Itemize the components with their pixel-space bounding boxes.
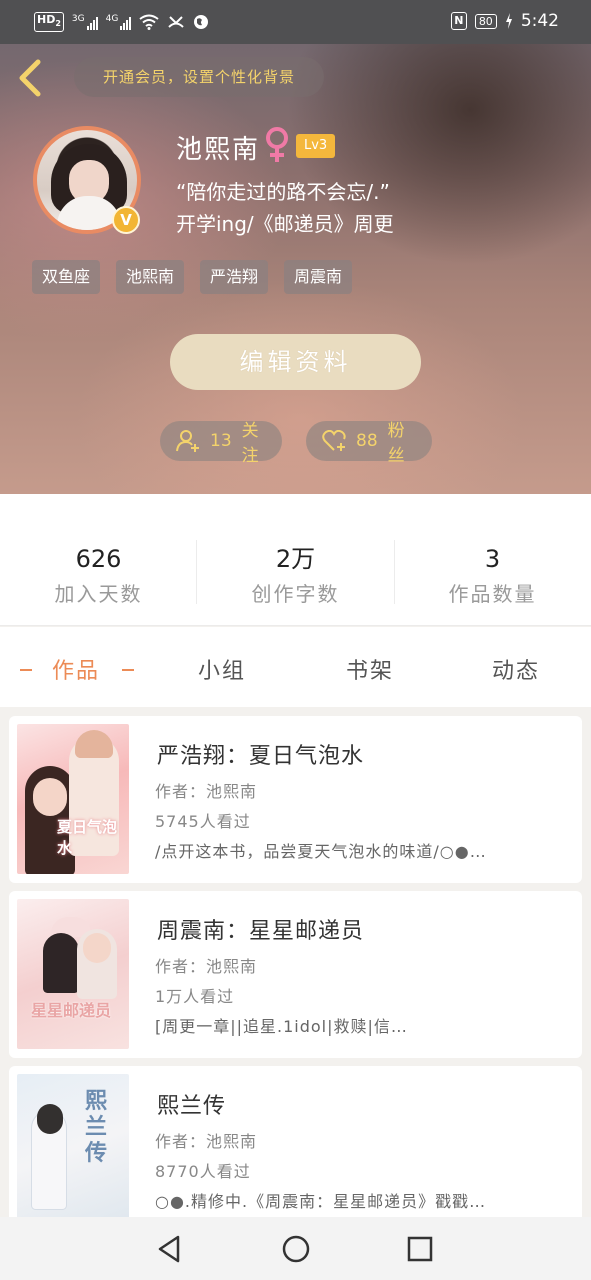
fans-label: 粉丝	[387, 421, 405, 466]
profile-header: HD2 3G 4G N 80 5:42 开通会员，设置个性化背景 V 池熙南 L…	[0, 0, 591, 494]
system-nav-bar	[0, 1217, 591, 1280]
tag[interactable]: 双鱼座	[32, 260, 101, 294]
tab-bookshelf[interactable]: 书架	[346, 653, 394, 685]
stat-value: 2万	[275, 545, 316, 573]
globe-icon	[194, 15, 209, 30]
work-author: 作者：池熙南	[155, 1132, 258, 1151]
stat-join-days: 626 加入天数	[0, 542, 197, 612]
stat-value: 3	[484, 545, 501, 573]
tab-activity[interactable]: 动态	[492, 653, 540, 685]
stat-label: 创作字数	[251, 582, 340, 606]
stat-label: 作品数量	[448, 582, 537, 606]
signal-icon: 3G	[72, 14, 98, 31]
chevron-left-icon	[19, 59, 41, 97]
circle-home-icon	[282, 1235, 310, 1263]
stats-panel: 626 加入天数 2万 创作字数 3 作品数量	[0, 494, 591, 626]
missed-call-icon	[168, 16, 185, 28]
active-tab-dash	[122, 669, 134, 671]
tab-bar: 作品 小组 书架 动态	[0, 627, 591, 707]
hd-icon: HD2	[34, 12, 64, 33]
nav-home-button[interactable]	[280, 1233, 312, 1265]
list-item[interactable]: 夏日气泡水 严浩翔：夏日气泡水 作者：池熙南 5745人看过 /点开这本书，品尝…	[9, 716, 582, 883]
tag[interactable]: 严浩翔	[200, 260, 269, 294]
stat-word-count: 2万 创作字数	[197, 542, 394, 612]
vip-banner[interactable]: 开通会员，设置个性化背景	[74, 57, 324, 97]
status-bar: HD2 3G 4G N 80 5:42	[0, 0, 591, 44]
work-title: 熙兰传	[157, 1094, 227, 1119]
list-item[interactable]: 熙兰传 熙兰传 作者：池熙南 8770人看过 ○●.精修中.《周震南：星星邮递员…	[9, 1066, 582, 1217]
follow-label: 关注	[241, 421, 259, 466]
level-badge: Lv3	[296, 134, 336, 158]
nfc-icon: N	[450, 12, 467, 30]
back-button[interactable]	[14, 58, 50, 98]
signal-icon: 4G	[106, 14, 132, 31]
work-author: 作者：池熙南	[155, 782, 258, 801]
tab-works[interactable]: 作品	[52, 653, 100, 685]
follow-count: 13	[210, 431, 232, 451]
stat-value: 626	[75, 545, 122, 573]
work-description: /点开这本书，品尝夏天气泡水的味道/○●…	[155, 842, 487, 861]
square-recents-icon	[407, 1236, 433, 1262]
following-button[interactable]: 13 关注	[160, 421, 282, 466]
username: 池熙南	[176, 135, 261, 165]
work-views: 1万人看过	[155, 987, 235, 1006]
tab-groups[interactable]: 小组	[198, 653, 246, 685]
add-user-icon	[176, 430, 199, 452]
book-cover[interactable]: 星星邮递员	[17, 899, 129, 1049]
nav-recents-button[interactable]	[404, 1233, 436, 1265]
female-icon	[266, 127, 288, 162]
fans-count: 88	[356, 431, 378, 451]
nav-back-button[interactable]	[154, 1233, 186, 1265]
work-title: 严浩翔：夏日气泡水	[157, 744, 365, 769]
charging-icon	[505, 13, 512, 29]
fans-button[interactable]: 88 粉丝	[306, 421, 432, 466]
active-tab-dash	[20, 669, 32, 671]
work-description: [周更一章||追星.1idol|救赎|信…	[155, 1017, 408, 1036]
tag[interactable]: 池熙南	[116, 260, 185, 294]
wifi-icon	[139, 14, 159, 31]
bio: “陪你走过的路不会忘/.” 开学ing/《邮递员》周更	[176, 176, 394, 240]
cover-title: 熙兰传	[85, 1088, 108, 1166]
tag-list: 双鱼座 池熙南 严浩翔 周震南	[32, 260, 353, 294]
edit-profile-button[interactable]: 编辑资料	[170, 334, 421, 390]
cover-title: 星星邮递员	[31, 1001, 112, 1020]
book-cover[interactable]: 夏日气泡水	[17, 724, 129, 874]
triangle-back-icon	[158, 1235, 180, 1263]
clock: 5:42	[520, 11, 559, 31]
works-list: 夏日气泡水 严浩翔：夏日气泡水 作者：池熙南 5745人看过 /点开这本书，品尝…	[0, 707, 591, 1217]
battery-icon: 80	[474, 13, 497, 29]
work-views: 8770人看过	[155, 1162, 251, 1181]
work-views: 5745人看过	[155, 812, 251, 831]
tag[interactable]: 周震南	[284, 260, 353, 294]
bio-line: “陪你走过的路不会忘/.”	[176, 180, 390, 204]
bio-line: 开学ing/《邮递员》周更	[176, 212, 394, 236]
work-author: 作者：池熙南	[155, 957, 258, 976]
cover-title: 夏日气泡水	[57, 818, 118, 857]
book-cover[interactable]: 熙兰传	[17, 1074, 129, 1217]
list-item[interactable]: 星星邮递员 周震南：星星邮递员 作者：池熙南 1万人看过 [周更一章||追星.1…	[9, 891, 582, 1058]
stat-works-count: 3 作品数量	[394, 542, 591, 612]
stat-label: 加入天数	[54, 582, 143, 606]
heart-plus-icon	[322, 430, 346, 451]
work-description: ○●.精修中.《周震南：星星邮递员》戳戳…	[155, 1192, 487, 1211]
verified-badge: V	[112, 206, 140, 234]
work-title: 周震南：星星邮递员	[157, 919, 365, 944]
